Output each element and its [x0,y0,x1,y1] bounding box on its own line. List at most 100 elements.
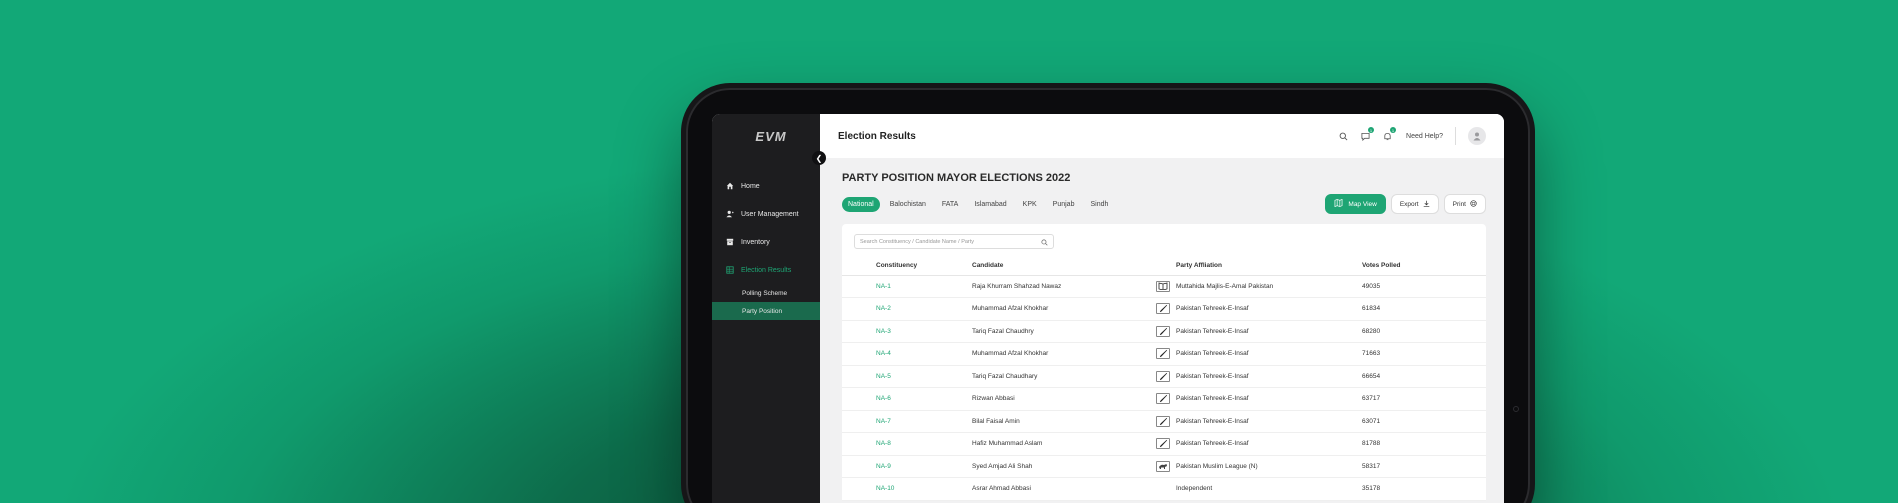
row-spacer [842,387,876,411]
cell-candidate: Hafiz Muhammad Aslam [972,432,1156,456]
cell-constituency[interactable]: NA-1 [876,275,972,298]
cell-symbol [1156,387,1176,411]
cell-party: Pakistan Tehreek-E-Insaf [1176,387,1362,411]
results-table: Constituency Candidate Party Affliation … [842,257,1486,501]
table-row[interactable]: NA-4 Muhammad Afzal Khokhar Pakistan Tehre… [842,342,1486,366]
tab-national[interactable]: National [842,196,880,212]
cell-votes: 35178 [1362,477,1486,501]
cell-constituency[interactable]: NA-6 [876,387,972,411]
messages-icon[interactable]: 1 [1360,127,1375,141]
header-votes[interactable]: Votes Polled [1362,257,1486,276]
cell-votes: 68280 [1362,320,1486,343]
cell-party: Pakistan Tehreek-E-Insaf [1176,365,1362,388]
table-row[interactable]: NA-6 Rizwan Abbasi Pakistan Tehreek-E-Insa… [842,387,1486,411]
table-row[interactable]: NA-2 Muhammad Afzal Khokhar Pakistan Tehre… [842,297,1486,321]
bat-symbol-icon [1156,415,1170,427]
search-placeholder: Search Constituency / Candidate Name / P… [860,238,975,245]
cell-votes: 63071 [1362,410,1486,433]
avatar[interactable] [1468,127,1486,145]
print-button[interactable]: Print [1443,194,1486,214]
table-row[interactable]: NA-3 Tariq Fazal Chaudhry Pakistan Tehreek… [842,320,1486,343]
main-area: Election Results 1 1 Need Help? PARTY PO… [820,114,1504,503]
table-row[interactable]: NA-1 Raja Khurram Shahzad Nawaz Muttahida … [842,275,1486,298]
cell-constituency[interactable]: NA-2 [876,297,972,321]
cell-party: Muttahida Majlis-E-Amal Pakistan [1176,275,1362,298]
cell-candidate: Muhammad Afzal Khokhar [972,342,1156,366]
cell-constituency[interactable]: NA-5 [876,365,972,388]
cell-symbol [1156,275,1176,298]
cell-candidate: Rizwan Abbasi [972,387,1156,411]
tab-sindh[interactable]: Sindh [1084,197,1114,212]
app-screen: EVM ❮ Home User Management Inventory Ele… [712,114,1504,503]
header-candidate[interactable]: Candidate [972,257,1156,276]
sidebar-item-label: Home [741,182,760,190]
table-row[interactable]: NA-9 Syed Amjad Ali Shah Pakistan Muslim L… [842,455,1486,478]
sidebar-subitem-label: Party Position [742,307,783,315]
cell-constituency[interactable]: NA-3 [876,320,972,343]
sidebar-collapse-button[interactable]: ❮ [812,151,826,165]
cell-party: Pakistan Tehreek-E-Insaf [1176,410,1362,433]
row-spacer [842,320,876,343]
sidebar-subitem-label: Polling Scheme [742,289,788,297]
tab-islamabad[interactable]: Islamabad [968,197,1012,212]
need-help-link[interactable]: Need Help? [1406,127,1456,145]
sidebar-item-inventory[interactable]: Inventory [712,228,820,256]
header-constituency[interactable]: Constituency [876,257,972,276]
map-view-button[interactable]: Map View [1325,194,1386,214]
bell-icon[interactable]: 1 [1382,127,1397,141]
app-logo[interactable]: EVM [712,114,820,158]
cell-votes: 58317 [1362,455,1486,478]
cell-votes: 71663 [1362,342,1486,366]
table-row[interactable]: NA-10 Asrar Ahmad Abbasi Independent 35178 [842,477,1486,501]
search-input[interactable]: Search Constituency / Candidate Name / P… [854,234,1054,249]
row-spacer [842,342,876,366]
cell-constituency[interactable]: NA-7 [876,410,972,433]
page-title: PARTY POSITION MAYOR ELECTIONS 2022 [842,172,1071,184]
row-spacer [842,455,876,478]
home-icon [726,182,734,190]
cell-party: Pakistan Tehreek-E-Insaf [1176,432,1362,456]
row-spacer [842,275,876,298]
tab-balochistan[interactable]: Balochistan [884,197,932,212]
cell-symbol [1156,432,1176,456]
table-row[interactable]: NA-5 Tariq Fazal Chaudhary Pakistan Tehree… [842,365,1486,388]
cell-symbol [1156,477,1176,501]
cell-constituency[interactable]: NA-8 [876,432,972,456]
cell-party: Pakistan Tehreek-E-Insaf [1176,297,1362,321]
sidebar-item-election-results[interactable]: Election Results [712,256,820,284]
export-label: Export [1399,200,1419,208]
sidebar-subitem-polling-scheme[interactable]: Polling Scheme [712,284,820,302]
book-symbol-icon [1156,280,1170,292]
sidebar-item-user-management[interactable]: User Management [712,200,820,228]
row-spacer [842,297,876,321]
toolbar: National Balochistan FATA Islamabad KPK … [842,194,1486,214]
cell-votes: 49035 [1362,275,1486,298]
row-spacer [842,410,876,433]
cell-constituency[interactable]: NA-4 [876,342,972,366]
content: PARTY POSITION MAYOR ELECTIONS 2022 Nati… [820,158,1504,501]
table-row[interactable]: NA-7 Bilal Faisal Amin Pakistan Tehreek-E-… [842,410,1486,433]
export-button[interactable]: Export [1390,194,1439,214]
sidebar-item-label: User Management [741,210,799,218]
sidebar-item-label: Inventory [741,238,770,246]
table-row[interactable]: NA-8 Hafiz Muhammad Aslam Pakistan Tehreek… [842,432,1486,456]
table-body: NA-1 Raja Khurram Shahzad Nawaz Muttahida … [842,275,1486,501]
tab-kpk[interactable]: KPK [1017,197,1043,212]
sidebar-subitem-party-position[interactable]: Party Position [712,302,820,320]
cell-constituency[interactable]: NA-9 [876,455,972,478]
header-party[interactable]: Party Affliation [1176,257,1362,276]
cell-symbol [1156,365,1176,388]
sidebar: EVM ❮ Home User Management Inventory Ele… [712,114,826,503]
top-bar: Election Results 1 1 Need Help? [820,114,1504,158]
cell-candidate: Tariq Fazal Chaudhary [972,365,1156,388]
chevron-left-icon: ❮ [815,153,823,163]
search-icon[interactable] [1338,131,1348,141]
cell-symbol [1156,320,1176,343]
cell-votes: 63717 [1362,387,1486,411]
tiger-symbol-icon [1156,460,1170,472]
sidebar-item-home[interactable]: Home [712,172,820,200]
cell-constituency[interactable]: NA-10 [876,477,972,501]
tab-punjab[interactable]: Punjab [1047,197,1081,212]
tab-fata[interactable]: FATA [936,197,964,212]
map-icon [1334,198,1343,209]
